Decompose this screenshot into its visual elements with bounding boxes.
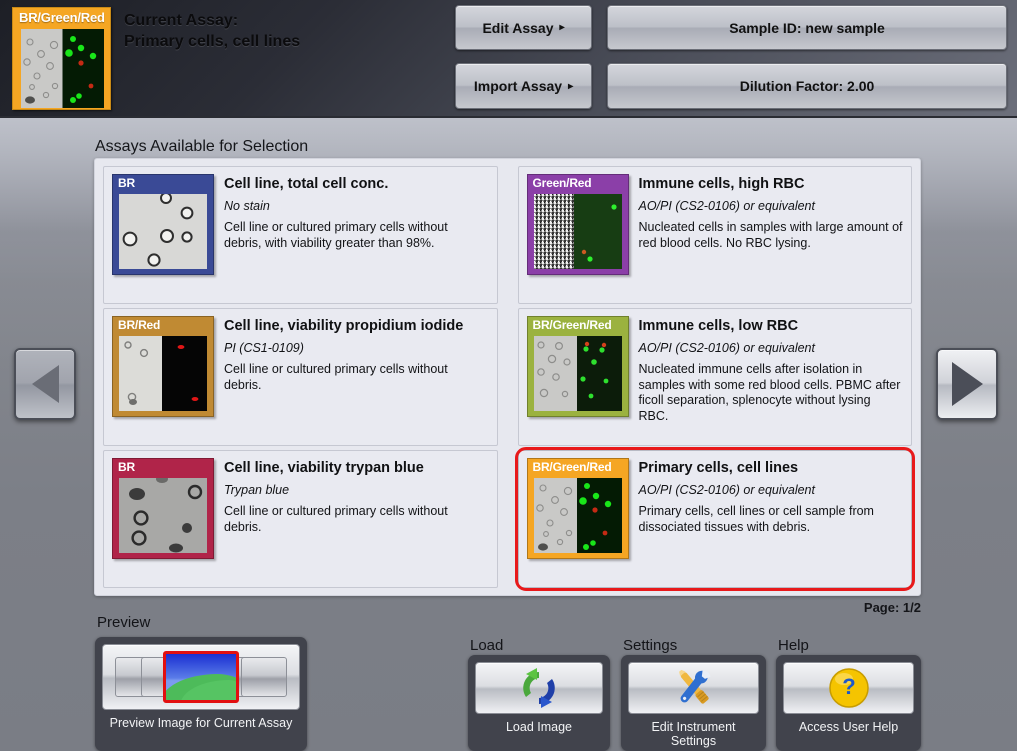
assay-thumbnail-image [119, 194, 207, 269]
page-indicator: Page: 1/2 [864, 600, 921, 615]
current-assay-thumbnail-label: BR/Green/Red [19, 10, 105, 25]
assay-stain: AO/PI (CS2-0106) or equivalent [639, 199, 904, 213]
assay-title: Cell line, total cell conc. [224, 175, 489, 193]
import-assay-label: Import Assay [474, 78, 562, 94]
dilution-factor-button[interactable]: Dilution Factor: 2.00 [607, 63, 1007, 109]
assay-thumbnail-label: BR/Red [118, 318, 160, 332]
chevron-right-icon: ▸ [568, 81, 573, 92]
assay-thumbnail-label: Green/Red [533, 176, 592, 190]
assay-description: Cell line or cultured primary cells with… [224, 220, 489, 251]
arrow-left-icon [32, 365, 59, 403]
refresh-icon [517, 666, 561, 710]
sample-id-button[interactable]: Sample ID: new sample [607, 5, 1007, 50]
dilution-factor-label: Dilution Factor: 2.00 [740, 78, 875, 94]
assay-thumbnail-image [119, 478, 207, 553]
assay-title: Cell line, viability trypan blue [224, 459, 489, 477]
preview-image-button[interactable] [102, 644, 300, 710]
help-group: ? Access User Help [776, 655, 921, 751]
settings-caption-line-2: Settings [621, 734, 766, 748]
assay-thumbnail-label: BR [118, 460, 135, 474]
assay-card-text: Immune cells, low RBC AO/PI (CS2-0106) o… [629, 316, 904, 438]
page-title: Assays Available for Selection [95, 138, 308, 156]
assay-title: Immune cells, high RBC [639, 175, 904, 193]
preview-image-button-caption: Preview Image for Current Assay [95, 716, 307, 730]
assay-card-text: Cell line, viability propidium iodide PI… [214, 316, 489, 438]
load-image-button[interactable] [475, 662, 603, 714]
question-mark-help-icon: ? [827, 666, 871, 710]
edit-instrument-settings-button[interactable] [628, 662, 759, 714]
assay-card-text: Cell line, viability trypan blue Trypan … [214, 458, 489, 580]
wrench-screwdriver-icon [671, 666, 717, 710]
current-assay-thumbnail-image [21, 29, 104, 108]
assay-thumbnail-label: BR/Green/Red [533, 318, 612, 332]
preview-group: Preview Image for Current Assay [95, 637, 307, 751]
assay-description: Cell line or cultured primary cells with… [224, 504, 489, 535]
assay-thumbnail: BR [112, 458, 214, 559]
settings-caption-line-1: Edit Instrument [621, 720, 766, 734]
arrow-right-icon [952, 362, 983, 406]
preview-image-icon [111, 649, 291, 705]
assay-card-text: Immune cells, high RBC AO/PI (CS2-0106) … [629, 174, 904, 296]
load-image-button-caption: Load Image [468, 720, 610, 734]
assay-card-cell-line-viability-propidium-iodide[interactable]: BR/Red Cell line, viability p [103, 308, 498, 446]
header-bar: BR/Green/Red [0, 0, 1017, 118]
edit-instrument-settings-button-caption: Edit Instrument Settings [621, 720, 766, 748]
help-group-label: Help [778, 637, 809, 654]
assay-card-cell-line-viability-trypan-blue[interactable]: BR Cell line, viability trypa [103, 450, 498, 588]
assay-thumbnail: BR/Green/Red [527, 316, 629, 417]
access-user-help-button[interactable]: ? [783, 662, 914, 714]
current-assay-thumbnail: BR/Green/Red [12, 7, 111, 110]
svg-text:?: ? [842, 674, 855, 699]
previous-page-button[interactable] [14, 348, 76, 420]
chevron-right-icon: ▸ [560, 22, 565, 33]
import-assay-button[interactable]: Import Assay ▸ [455, 63, 592, 109]
assay-title: Primary cells, cell lines [639, 459, 904, 477]
assay-description: Primary cells, cell lines or cell sample… [639, 504, 904, 535]
assay-card-text: Primary cells, cell lines AO/PI (CS2-010… [629, 458, 904, 580]
next-page-button[interactable] [936, 348, 998, 420]
assay-stain: AO/PI (CS2-0106) or equivalent [639, 483, 904, 497]
assay-stain: PI (CS1-0109) [224, 341, 489, 355]
assay-description: Nucleated immune cells after isolation i… [639, 362, 904, 424]
assay-thumbnail-image [534, 194, 622, 269]
assay-stain: Trypan blue [224, 483, 489, 497]
edit-assay-button[interactable]: Edit Assay ▸ [455, 5, 592, 50]
sample-id-label: Sample ID: new sample [729, 20, 885, 36]
current-assay-name: Primary cells, cell lines [124, 31, 300, 52]
assay-thumbnail: BR/Red [112, 316, 214, 417]
load-group: Load Image [468, 655, 610, 751]
access-user-help-button-caption: Access User Help [776, 720, 921, 734]
assay-thumbnail-image [534, 336, 622, 411]
settings-group: Edit Instrument Settings [621, 655, 766, 751]
assay-card-primary-cells-cell-lines[interactable]: BR/Green/Red [518, 450, 913, 588]
assay-title: Immune cells, low RBC [639, 317, 904, 335]
current-assay-caption: Current Assay: [124, 10, 300, 31]
assay-description: Cell line or cultured primary cells with… [224, 362, 489, 393]
assay-thumbnail: Green/Red [527, 174, 629, 275]
assay-card-immune-cells-high-rbc[interactable]: Green/Red [518, 166, 913, 304]
settings-group-label: Settings [623, 637, 677, 654]
load-group-label: Load [470, 637, 503, 654]
assay-thumbnail-label: BR/Green/Red [533, 460, 612, 474]
current-assay-info: Current Assay: Primary cells, cell lines [124, 10, 300, 52]
assay-thumbnail: BR [112, 174, 214, 275]
assay-stain: AO/PI (CS2-0106) or equivalent [639, 341, 904, 355]
assay-selection-panel: BR Cell line, total cell conc. No stain … [94, 158, 921, 596]
edit-assay-label: Edit Assay [482, 20, 553, 36]
assay-title: Cell line, viability propidium iodide [224, 317, 489, 335]
assay-grid: BR Cell line, total cell conc. No stain … [95, 159, 920, 595]
assay-thumbnail-image [534, 478, 622, 553]
assay-card-cell-line-total-cell-conc[interactable]: BR Cell line, total cell conc. No stain … [103, 166, 498, 304]
assay-thumbnail-image [119, 336, 207, 411]
preview-group-label: Preview [97, 614, 150, 631]
assay-card-immune-cells-low-rbc[interactable]: BR/Green/Red [518, 308, 913, 446]
assay-card-text: Cell line, total cell conc. No stain Cel… [214, 174, 489, 296]
application-window: BR/Green/Red [0, 0, 1017, 751]
assay-thumbnail-label: BR [118, 176, 135, 190]
assay-description: Nucleated cells in samples with large am… [639, 220, 904, 251]
assay-thumbnail: BR/Green/Red [527, 458, 629, 559]
assay-stain: No stain [224, 199, 489, 213]
